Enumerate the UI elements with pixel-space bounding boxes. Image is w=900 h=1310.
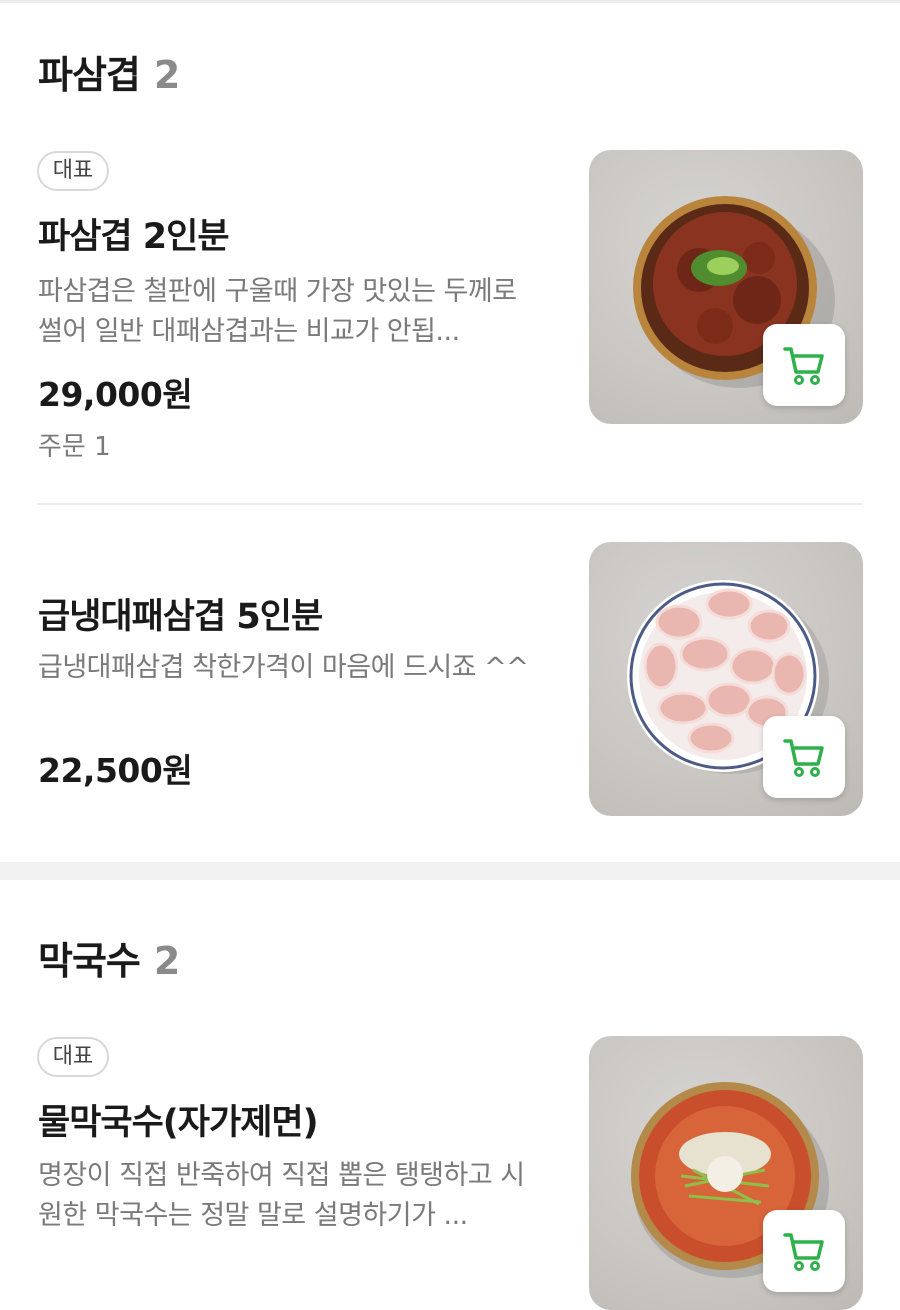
add-to-cart-button[interactable] <box>763 1210 845 1292</box>
menu-item-pasamgyeop-2[interactable]: 대표 파삼겹 2인분 파삼겹은 철판에 구울때 가장 맛있는 두께로 썰어 일반… <box>0 150 900 462</box>
representative-badge: 대표 <box>37 1037 109 1077</box>
menu-item-description: 명장이 직접 반죽하여 직접 뽑은 탱탱하고 시원한 막국수는 정말 말로 설명… <box>38 1160 525 1231</box>
menu-item-name: 급냉대패삼겹 5인분 <box>38 597 323 637</box>
section-header-makguksu: 막국수 2 <box>38 930 180 985</box>
section-header-pasamgyeop: 파삼겹 2 <box>38 44 180 99</box>
add-to-cart-button[interactable] <box>763 324 845 406</box>
menu-item-description: 파삼겹은 철판에 구울때 가장 맛있는 두께로 썰어 일반 대패삼겹과는 비교가… <box>38 276 517 347</box>
menu-item-image[interactable] <box>589 150 863 424</box>
menu-item-name: 파삼겹 2인분 <box>38 217 230 257</box>
menu-item-frozen-pork-5[interactable]: 급냉대패삼겹 5인분 급냉대패삼겹 착한가격이 마음에 드시죠 ^^ 22,50… <box>0 542 900 818</box>
menu-item-price: 29,000원 <box>38 375 193 414</box>
cart-icon <box>783 347 824 385</box>
section-separator <box>0 862 900 880</box>
menu-item-name: 물막국수(자가제면) <box>38 1103 319 1143</box>
section-title: 파삼겹 <box>38 53 141 97</box>
section-count: 2 <box>153 53 180 97</box>
add-to-cart-button[interactable] <box>763 716 845 798</box>
item-divider <box>37 503 863 505</box>
menu-item-image[interactable] <box>589 1036 863 1310</box>
top-divider <box>0 0 900 3</box>
cart-icon <box>783 1233 824 1271</box>
cart-icon <box>783 739 824 777</box>
menu-item-price: 22,500원 <box>38 751 193 790</box>
representative-badge: 대표 <box>37 151 109 191</box>
section-title: 막국수 <box>38 939 141 983</box>
menu-item-description: 급냉대패삼겹 착한가격이 마음에 드시죠 ^^ <box>38 652 529 683</box>
menu-item-image[interactable] <box>589 542 863 816</box>
menu-item-mul-makguksu[interactable]: 대표 물막국수(자가제면) 명장이 직접 반죽하여 직접 뽑은 탱탱하고 시원한… <box>0 1036 900 1310</box>
section-count: 2 <box>153 939 180 983</box>
menu-item-order-count: 주문 1 <box>38 432 111 462</box>
